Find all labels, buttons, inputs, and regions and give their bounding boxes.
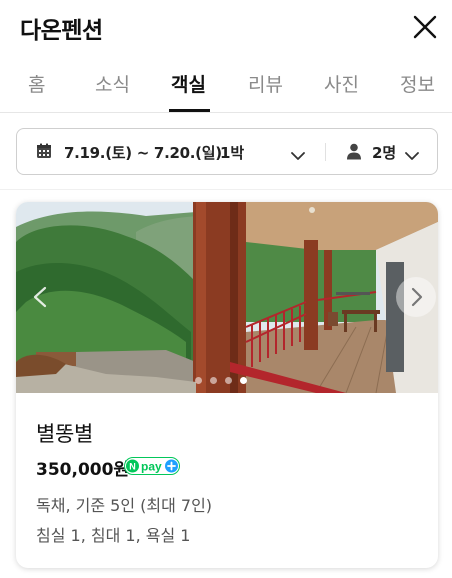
photo-dot-active[interactable] [240, 377, 247, 384]
person-icon [346, 143, 362, 164]
svg-text:N: N [129, 461, 136, 471]
chevron-down-icon[interactable] [291, 146, 305, 165]
tab-info[interactable]: 정보 [400, 70, 435, 97]
booking-bar: 7.19.(토) ~ 7.20.(일) 1박 2명 [16, 128, 438, 175]
npay-label: pay [141, 459, 162, 473]
page-title: 다온펜션 [20, 18, 103, 44]
separator-dot [208, 150, 212, 154]
tab-rooms[interactable]: 객실 [171, 70, 206, 97]
tab-bar: 홈 소식 객실 리뷰 사진 정보 [0, 58, 452, 113]
room-card[interactable]: 별똥별 350,000원 N pay 독채, 기준 5인 (최대 7인) 침실 … [16, 202, 438, 568]
close-icon[interactable] [412, 14, 438, 40]
divider [325, 143, 326, 161]
guest-count[interactable]: 2명 [372, 142, 396, 163]
chevron-down-icon[interactable] [405, 146, 419, 165]
photo-dot[interactable] [210, 377, 217, 384]
photo-dot[interactable] [195, 377, 202, 384]
room-facilities: 침실 1, 침대 1, 욕실 1 [36, 526, 191, 545]
room-name[interactable]: 별똥별 [36, 418, 93, 448]
section-divider [0, 189, 452, 190]
photo-dot[interactable] [225, 377, 232, 384]
room-price: 350,000원 [36, 460, 130, 480]
tab-news[interactable]: 소식 [95, 70, 130, 97]
room-photo[interactable] [16, 202, 438, 393]
stay-dates[interactable]: 7.19.(토) ~ 7.20.(일) [64, 142, 222, 163]
tab-home[interactable]: 홈 [28, 70, 45, 97]
active-tab-indicator [169, 109, 210, 112]
tab-photos[interactable]: 사진 [324, 70, 359, 97]
header: 다온펜션 [0, 0, 452, 54]
chevron-left-icon[interactable] [22, 276, 60, 318]
chevron-right-icon[interactable] [396, 277, 436, 317]
npay-badge: N pay [124, 457, 180, 475]
stay-nights: 1박 [220, 144, 245, 162]
tab-reviews[interactable]: 리뷰 [248, 70, 283, 97]
room-capacity: 독채, 기준 5인 (최대 7인) [36, 496, 213, 515]
calendar-icon [36, 143, 52, 163]
